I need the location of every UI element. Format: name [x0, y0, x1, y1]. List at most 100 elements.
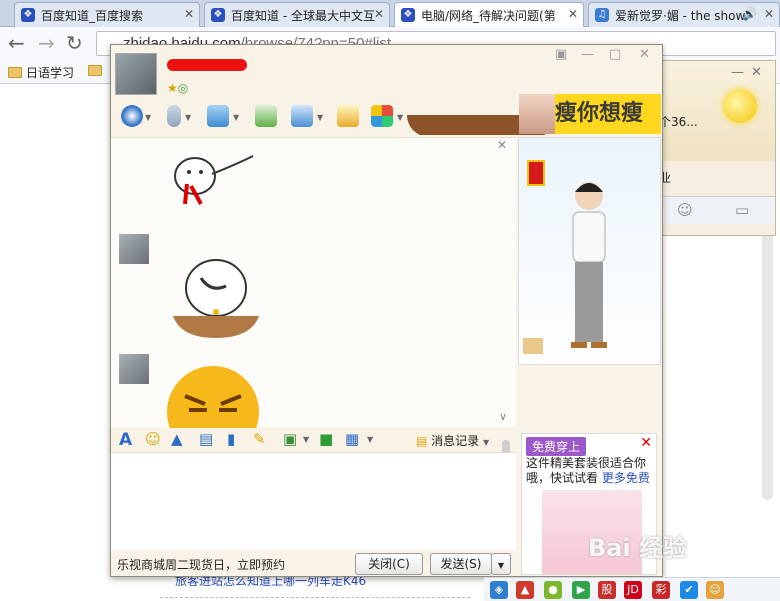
contact-name-redacted [167, 59, 247, 71]
emoji-icon[interactable]: ☺ [145, 430, 161, 448]
weather-sun-icon [723, 89, 757, 123]
tab-bar: ❖ 百度知道_百度搜索 ✕ ❖ 百度知道 - 全球最大中文互 ✕ ❖ 电脑/网络… [0, 0, 780, 28]
message-input[interactable] [111, 452, 516, 550]
remote-desktop-icon[interactable] [291, 105, 313, 127]
tab-title: 电脑/网络_待解决问题(第 [421, 9, 556, 23]
film-icon[interactable]: ▤ [199, 430, 213, 448]
edit-icon[interactable]: ✎ [253, 430, 266, 448]
angry-face-sticker [167, 366, 259, 428]
ad-face-image [519, 94, 555, 134]
format-toolbar: A ☺ ▲ ▤ ▮ ✎ ▣ ▼ ■ ▦ ▼ ▤ 消息记录 ▼ [111, 429, 516, 451]
share-screen-icon[interactable] [337, 105, 359, 127]
bookmark-folder[interactable] [88, 64, 106, 78]
group-chat-icon[interactable] [255, 105, 277, 127]
play-icon[interactable]: ▶ [572, 581, 590, 599]
bookmark-folder-japanese[interactable]: 日语学习 [8, 64, 74, 81]
tray-app-icon[interactable]: ▲ [516, 581, 534, 599]
qq-snippet: 个36... [659, 115, 698, 129]
back-icon[interactable]: ← [8, 32, 25, 54]
send-button[interactable]: 发送(S) [430, 553, 492, 575]
scroll-down-icon[interactable]: ∨ [499, 410, 507, 423]
avatar-show-panel [518, 137, 661, 365]
close-button[interactable]: 关闭(C) [355, 553, 423, 575]
message-icon[interactable]: ▭ [735, 201, 749, 219]
baidu-paw-icon: ❖ [21, 8, 35, 22]
apps-icon[interactable] [371, 105, 393, 127]
page-scrollbar[interactable] [762, 230, 773, 500]
chevron-down-icon[interactable]: ▼ [317, 113, 323, 122]
chevron-down-icon[interactable]: ▼ [367, 435, 373, 444]
hand-icon[interactable] [523, 338, 543, 354]
mascot-icon[interactable]: ☺ [706, 581, 724, 599]
chevron-down-icon: ▼ [497, 561, 505, 570]
red-envelope-icon[interactable] [527, 160, 545, 186]
reload-icon[interactable]: ↻ [66, 32, 83, 54]
cat-sticker-1 [174, 155, 254, 205]
chevron-down-icon[interactable]: ▼ [145, 113, 151, 122]
chevron-down-icon[interactable]: ▼ [233, 113, 239, 122]
tab-title: 百度知道 - 全球最大中文互 [231, 9, 375, 23]
baidu-paw-icon: ❖ [211, 8, 225, 22]
image-icon[interactable]: ▣ [283, 430, 297, 448]
contact-avatar[interactable] [115, 53, 157, 95]
collapse-icon[interactable]: ✕ [497, 138, 507, 152]
chevron-down-icon: ▼ [483, 438, 490, 447]
minimize-icon[interactable]: — [731, 65, 744, 80]
history-icon: ▤ [416, 434, 428, 448]
send-file-icon[interactable] [207, 105, 229, 127]
message-history-label: 消息记录 [431, 434, 480, 448]
close-tab-icon[interactable]: ✕ [374, 7, 384, 21]
stock-icon[interactable]: 股 [598, 581, 616, 599]
close-icon[interactable]: ✕ [751, 65, 762, 80]
qq-show-character [571, 182, 607, 348]
qq-chat-window: ▣ — □ ✕ ★◎ 瘦你想瘦 ▼ ▼ ▼ ▼ ▼ ✕ ∨ A ☺ ▲ ▤ ▮ … [110, 44, 663, 577]
forward-icon[interactable]: → [38, 32, 55, 54]
minimize-icon[interactable]: — [581, 47, 594, 62]
close-icon[interactable]: ✕ [640, 435, 652, 451]
contacts-icon[interactable]: ☺ [677, 201, 693, 219]
voice-message-icon[interactable]: ▮ [227, 430, 235, 448]
speaker-icon: 🔊 [742, 7, 757, 21]
shield-icon[interactable]: ✔ [680, 581, 698, 599]
skin-icon[interactable]: ▣ [555, 47, 567, 62]
voice-call-icon[interactable] [167, 105, 181, 127]
sender-avatar [119, 354, 149, 384]
folder-icon [88, 65, 102, 76]
tab-title: 爱新觉罗·媚 - the show [615, 9, 746, 23]
system-tray: ◈ ▲ ● ▶ 股 JD 彩 ✔ ☺ [484, 577, 780, 601]
tray-app-icon[interactable]: ◈ [490, 581, 508, 599]
lottery-icon[interactable]: 彩 [652, 581, 670, 599]
sender-avatar [119, 234, 149, 264]
folder-icon [8, 67, 22, 78]
close-tab-icon[interactable]: ✕ [568, 7, 578, 21]
music-icon[interactable]: ■ [319, 430, 333, 448]
tab-baidu-zhidao[interactable]: ❖ 百度知道 - 全球最大中文互 ✕ [204, 2, 390, 27]
chevron-down-icon[interactable]: ▼ [397, 113, 403, 122]
tab-baidu-search[interactable]: ❖ 百度知道_百度搜索 ✕ [14, 2, 200, 27]
jd-icon[interactable]: JD [624, 581, 642, 599]
ad-badge[interactable]: 免费穿上 [526, 437, 587, 456]
ad-text: 这件精美套装很适合你哦，快试试看 更多免费 [526, 456, 656, 486]
tab-computer-network[interactable]: ❖ 电脑/网络_待解决问题(第 ✕ [394, 2, 584, 28]
tab-music[interactable]: ♫ 爱新觉罗·媚 - the show 🔊 ✕ [588, 2, 780, 27]
send-options-button[interactable]: ▼ [491, 553, 511, 575]
chevron-down-icon[interactable]: ▼ [303, 435, 309, 444]
close-tab-icon[interactable]: ✕ [764, 7, 774, 21]
chevron-down-icon[interactable]: ▼ [185, 113, 191, 122]
tray-app-icon[interactable]: ● [544, 581, 562, 599]
video-call-icon[interactable] [121, 105, 143, 127]
screenshot-icon[interactable]: ▦ [345, 430, 359, 448]
watermark-logo: Bai 经验 [588, 534, 688, 562]
maximize-icon[interactable]: □ [609, 47, 621, 62]
message-history-button[interactable]: ▤ 消息记录 ▼ [416, 432, 489, 449]
close-tab-icon[interactable]: ✕ [184, 7, 194, 21]
status-star-icon: ★◎ [167, 81, 189, 95]
font-icon[interactable]: A [119, 430, 132, 450]
ad-more-link[interactable]: 更多免费 [602, 471, 650, 485]
divider [160, 597, 470, 598]
chat-history: ✕ ∨ [111, 137, 516, 488]
promo-link[interactable]: 乐视商城周二现货日，立即预约 [117, 556, 285, 573]
magic-face-icon[interactable]: ▲ [171, 430, 183, 448]
close-icon[interactable]: ✕ [639, 47, 650, 62]
chat-bottom-bar: 乐视商城周二现货日，立即预约 关闭(C) 发送(S) ▼ [111, 550, 516, 576]
